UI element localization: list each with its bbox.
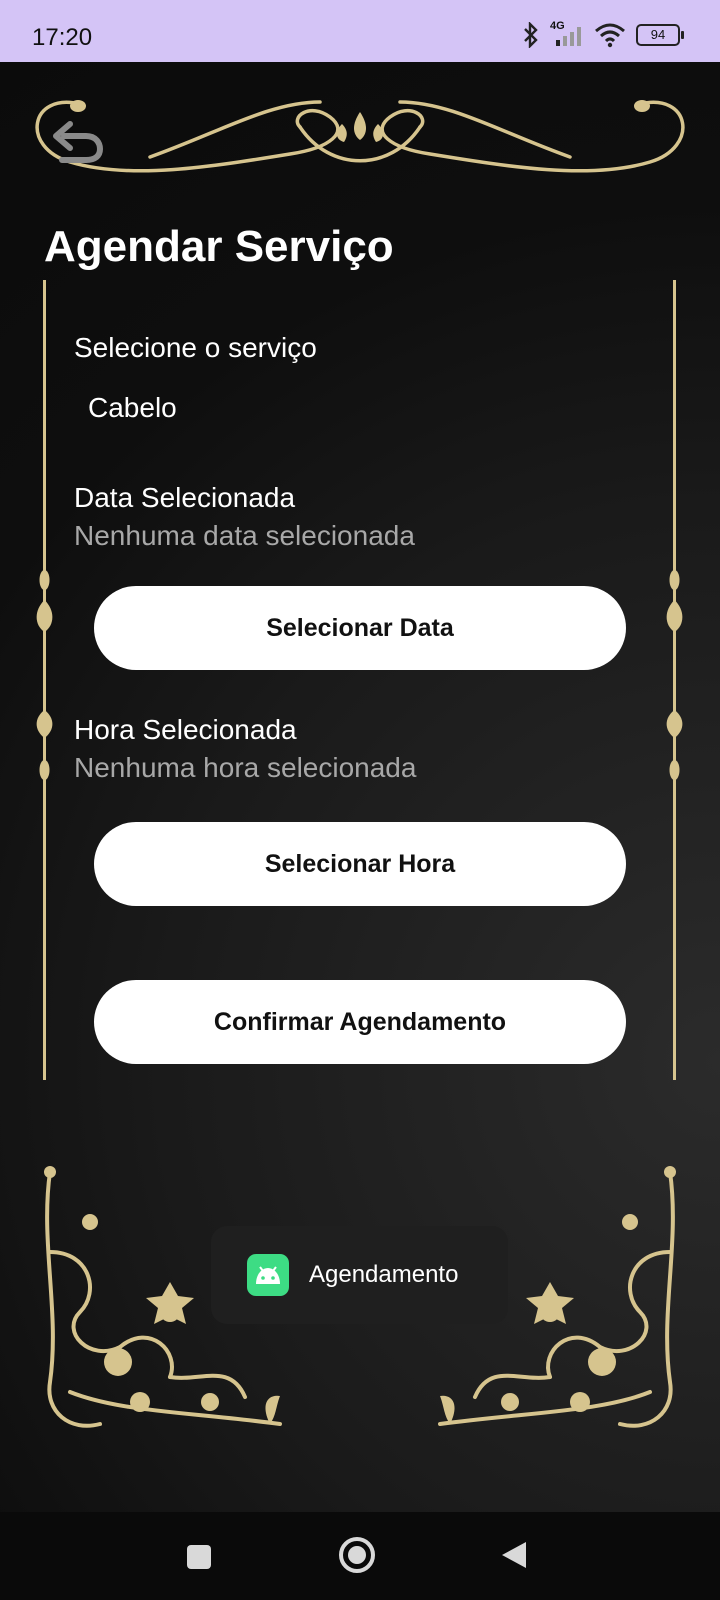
toast-notification: Agendamento [211,1226,508,1324]
time-label: Hora Selecionada [74,714,297,745]
select-date-button[interactable]: Selecionar Data [94,586,626,670]
status-time: 17:20 [32,24,93,51]
status-bar: 17:20 4G 94 [0,0,720,62]
app-screen: Agendar Serviço Selecione o serviço Cabe… [0,62,720,1512]
time-value: Nenhuma hora selecionada [74,752,417,783]
signal-icon [556,27,581,46]
service-label: Selecione o serviço [74,332,317,363]
date-value: Nenhuma data selecionada [74,520,415,551]
navigation-bar [0,1512,720,1600]
wifi-icon [595,23,625,48]
back-arrow-icon[interactable] [50,116,104,164]
bluetooth-icon [524,22,538,48]
recent-apps-button[interactable] [186,1544,212,1570]
confirm-booking-button[interactable]: Confirmar Agendamento [94,980,626,1064]
status-icons: 4G 94 [522,20,684,48]
page-title: Agendar Serviço [44,222,394,271]
right-frame-ornament [666,280,683,1080]
date-label: Data Selecionada [74,482,296,513]
back-button[interactable] [500,1540,528,1570]
select-time-button[interactable]: Selecionar Hora [94,822,626,906]
top-ornament [35,100,685,173]
network-type: 4G [550,20,584,48]
toast-text: Agendamento [309,1261,459,1288]
android-icon [247,1254,289,1296]
service-dropdown[interactable]: Cabelo [88,392,177,424]
battery-indicator: 94 [636,24,684,46]
home-button[interactable] [338,1536,376,1574]
left-frame-ornament [36,280,53,1080]
